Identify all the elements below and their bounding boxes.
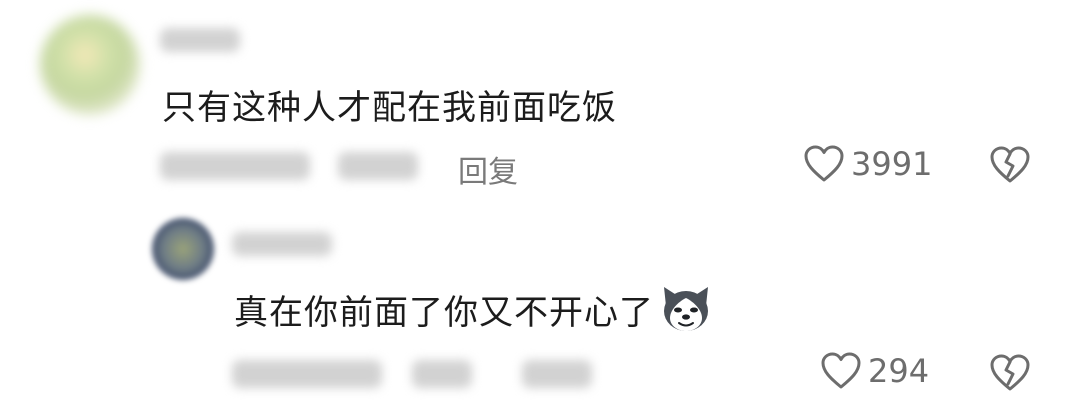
avatar[interactable] (40, 15, 140, 115)
comment-location-blurred (412, 360, 472, 388)
like-button[interactable]: 3991 (803, 144, 932, 184)
like-count: 3991 (851, 145, 933, 183)
heart-outline-icon (803, 144, 845, 184)
comment-thread: 只有这种人才配在我前面吃饭 回复 3991 真在你前面了你又不开心了 294 (0, 0, 1079, 404)
comment-location-blurred (338, 152, 418, 180)
husky-dog-emoji (660, 284, 712, 334)
reply-blurred[interactable] (522, 360, 592, 388)
comment-meta-blurred (232, 360, 382, 388)
comment-text: 真在你前面了你又不开心了 (234, 284, 712, 334)
broken-heart-icon (990, 146, 1030, 184)
dislike-button[interactable] (990, 146, 1030, 184)
broken-heart-icon (990, 354, 1030, 392)
username-blurred[interactable] (160, 28, 240, 52)
reply-button[interactable]: 回复 (458, 147, 518, 191)
dislike-button[interactable] (990, 354, 1030, 392)
username-blurred[interactable] (232, 232, 332, 256)
heart-outline-icon (820, 351, 862, 391)
comment-meta-blurred (160, 152, 310, 180)
comment-text-body: 真在你前面了你又不开心了 (234, 292, 654, 333)
like-count: 294 (868, 352, 930, 390)
comment-text: 只有这种人才配在我前面吃饭 (162, 88, 617, 128)
avatar[interactable] (152, 218, 214, 280)
like-button[interactable]: 294 (820, 351, 929, 391)
